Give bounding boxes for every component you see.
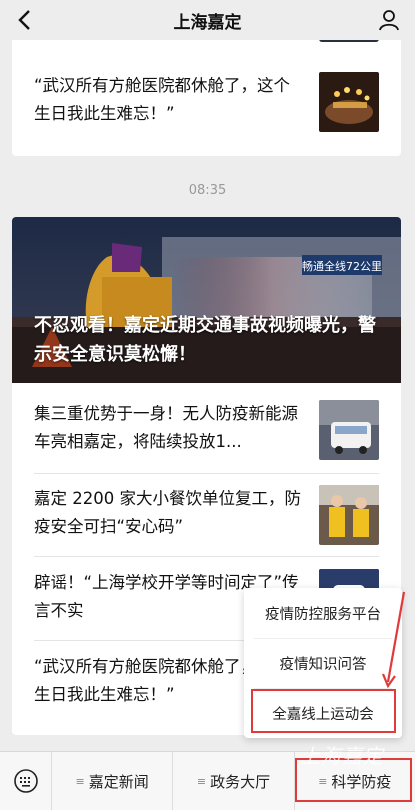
tab-label: 嘉定新闻 bbox=[88, 772, 149, 791]
menu-item-knowledge-quiz[interactable]: 疫情知识问答 bbox=[244, 638, 402, 688]
menu-item-service-platform[interactable]: 疫情防控服务平台 bbox=[244, 588, 402, 638]
menu-icon: ≡ bbox=[75, 774, 85, 788]
article-title: 嘉定 2200 家大小餐饮单位复工，防疫安全可扫“安心码” bbox=[34, 489, 301, 536]
hero-article[interactable]: 畅通全线72公里 不忍观看！嘉定近期交通事故视频曝光，警示安全意识莫松懈！ bbox=[12, 217, 401, 383]
divider bbox=[34, 556, 379, 557]
top-bar: 上海嘉定 bbox=[0, 0, 415, 40]
list-item[interactable]: “武汉所有方舱医院都休舱了，这个生日我此生难忘！” bbox=[12, 72, 401, 132]
divider bbox=[34, 473, 379, 474]
tab-government-hall[interactable]: ≡ 政务大厅 bbox=[173, 752, 295, 810]
tab-label: 政务大厅 bbox=[210, 772, 271, 791]
user-icon bbox=[379, 10, 399, 31]
keyboard-toggle-button[interactable] bbox=[0, 752, 52, 810]
cake-thumbnail bbox=[319, 72, 379, 132]
hero-sign-text: 畅通全线72公里 bbox=[302, 260, 382, 273]
timestamp: 08:35 bbox=[188, 183, 227, 198]
back-button[interactable] bbox=[10, 6, 38, 34]
article-title: “武汉所有方舱医院都休舱了，这个生日我此生难忘！” bbox=[34, 76, 291, 123]
chevron-left-icon bbox=[18, 10, 30, 30]
arrow-icon bbox=[381, 591, 406, 689]
workers-thumbnail bbox=[319, 485, 379, 545]
page-title: 上海嘉定 bbox=[173, 12, 242, 33]
list-item[interactable]: 嘉定 2200 家大小餐饮单位复工，防疫安全可扫“安心码” bbox=[12, 485, 401, 545]
hero-caption: 不忍观看！嘉定近期交通事故视频曝光，警示安全意识莫松懈！ bbox=[34, 315, 376, 365]
previous-message-card: “武汉所有方舱医院都休舱了，这个生日我此生难忘！” bbox=[12, 30, 401, 156]
keyboard-icon bbox=[13, 769, 38, 793]
tab-jiading-news[interactable]: ≡ 嘉定新闻 bbox=[52, 752, 174, 810]
watermark: 上海嘉定 bbox=[300, 744, 384, 768]
article-title: 集三重优势于一身！无人防疫新能源车亮相嘉定，将陆续投放1... bbox=[34, 404, 298, 451]
vehicle-thumbnail bbox=[319, 400, 379, 460]
menu-icon: ≡ bbox=[196, 774, 207, 788]
list-item[interactable]: 集三重优势于一身！无人防疫新能源车亮相嘉定，将陆续投放1... bbox=[12, 400, 401, 460]
profile-button[interactable] bbox=[375, 6, 403, 34]
highlight-box-menu-item bbox=[251, 689, 396, 733]
